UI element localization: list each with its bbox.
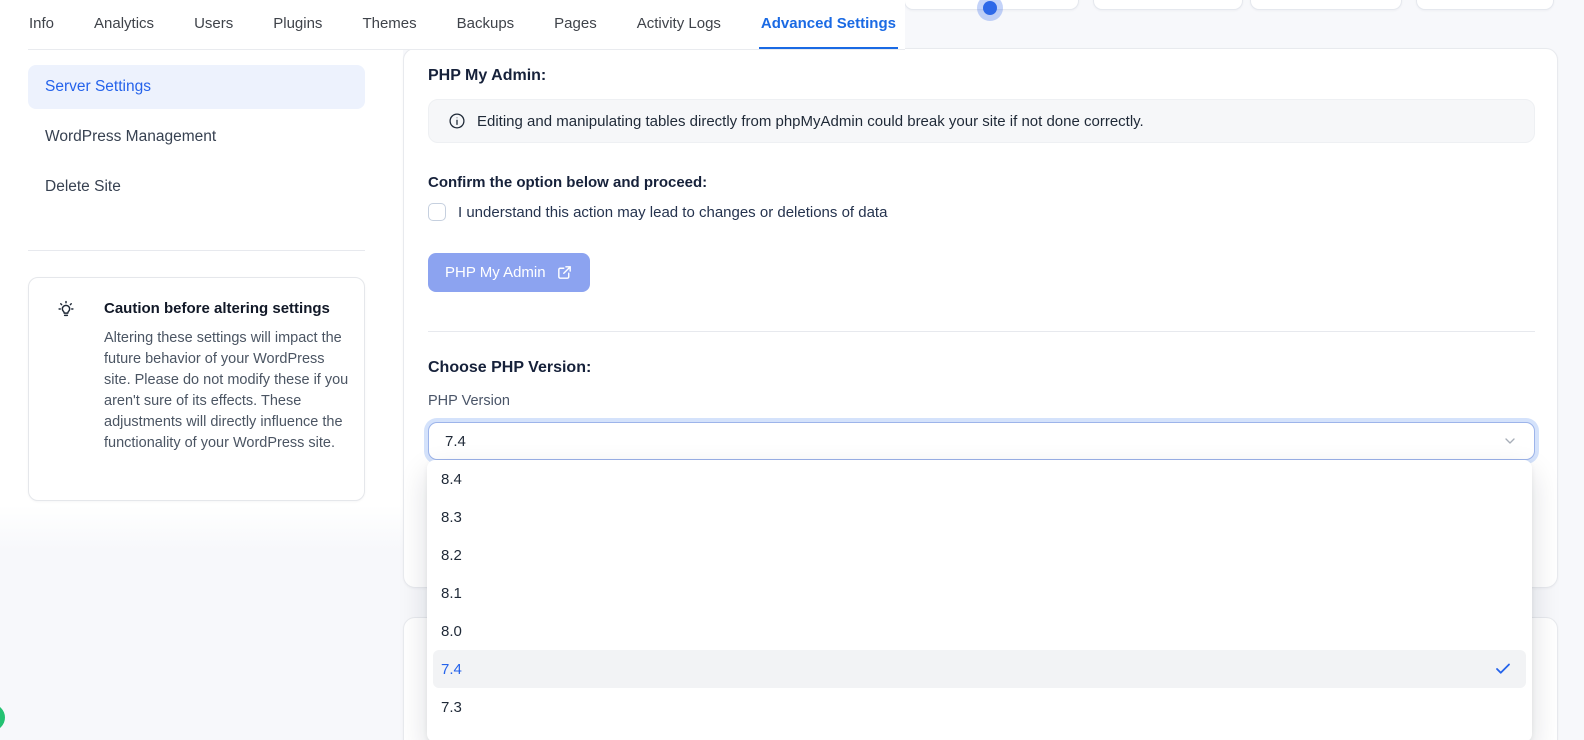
php-version-dropdown: 8.4 8.3 8.2 8.1 8.0 7.4 7.3 xyxy=(427,460,1532,740)
sidebar-fade xyxy=(0,505,403,550)
php-version-option-7-4[interactable]: 7.4 xyxy=(433,650,1526,688)
help-widget-fragment[interactable] xyxy=(0,704,5,731)
php-version-field-label: PHP Version xyxy=(428,393,510,409)
tab-themes[interactable]: Themes xyxy=(360,0,418,50)
caution-title: Caution before altering settings xyxy=(104,300,330,317)
confirm-checkbox[interactable] xyxy=(428,203,446,221)
sidebar-item-wordpress-management[interactable]: WordPress Management xyxy=(28,115,365,159)
external-link-icon xyxy=(546,264,573,281)
php-version-option-8-2[interactable]: 8.2 xyxy=(427,536,1532,574)
advanced-settings-page: Info Analytics Users Plugins Themes Back… xyxy=(0,0,1584,740)
lightbulb-icon xyxy=(55,298,77,320)
tab-activity-logs[interactable]: Activity Logs xyxy=(635,0,723,50)
tab-bar: Info Analytics Users Plugins Themes Back… xyxy=(0,0,905,50)
choose-php-version-heading: Choose PHP Version: xyxy=(428,359,592,376)
sidebar-item-server-settings[interactable]: Server Settings xyxy=(28,65,365,109)
php-version-selected-value: 7.4 xyxy=(445,432,466,450)
cutoff-stat-card[interactable] xyxy=(1250,0,1402,10)
cutoff-stat-card[interactable] xyxy=(1416,0,1554,10)
php-version-option-8-3[interactable]: 8.3 xyxy=(427,498,1532,536)
chevron-down-icon xyxy=(1502,433,1518,449)
tab-plugins[interactable]: Plugins xyxy=(271,0,324,50)
php-my-admin-button[interactable]: PHP My Admin xyxy=(428,253,590,292)
tab-backups[interactable]: Backups xyxy=(455,0,517,50)
sidebar-divider xyxy=(28,250,365,251)
confirm-checkbox-label[interactable]: I understand this action may lead to cha… xyxy=(458,204,887,221)
php-admin-heading: PHP My Admin: xyxy=(428,67,547,84)
tab-info[interactable]: Info xyxy=(27,0,56,50)
cursor-click-indicator xyxy=(977,0,1003,21)
tab-pages[interactable]: Pages xyxy=(552,0,599,50)
php-version-option-label: 7.4 xyxy=(441,660,462,678)
check-icon xyxy=(1494,660,1512,678)
php-version-option-7-3[interactable]: 7.3 xyxy=(427,688,1532,726)
cutoff-stat-card[interactable] xyxy=(1093,0,1243,10)
tab-users[interactable]: Users xyxy=(192,0,235,50)
caution-body: Altering these settings will impact the … xyxy=(104,330,349,451)
tab-analytics[interactable]: Analytics xyxy=(92,0,156,50)
tab-advanced-settings[interactable]: Advanced Settings xyxy=(758,0,898,50)
php-my-admin-button-label: PHP My Admin xyxy=(445,264,546,281)
section-divider xyxy=(428,331,1535,332)
info-alert: Editing and manipulating tables directly… xyxy=(428,99,1535,143)
confirm-checkbox-row: I understand this action may lead to cha… xyxy=(428,203,887,221)
confirm-heading: Confirm the option below and proceed: xyxy=(428,174,708,191)
sidebar-item-delete-site[interactable]: Delete Site xyxy=(28,165,365,209)
php-version-option-8-4[interactable]: 8.4 xyxy=(427,460,1532,498)
php-version-option-8-0[interactable]: 8.0 xyxy=(427,612,1532,650)
php-version-option-8-1[interactable]: 8.1 xyxy=(427,574,1532,612)
info-alert-text: Editing and manipulating tables directly… xyxy=(477,112,1144,130)
info-icon xyxy=(448,112,466,130)
php-version-select[interactable]: 7.4 xyxy=(428,422,1535,460)
caution-card: Caution before altering settings Alterin… xyxy=(28,277,365,501)
